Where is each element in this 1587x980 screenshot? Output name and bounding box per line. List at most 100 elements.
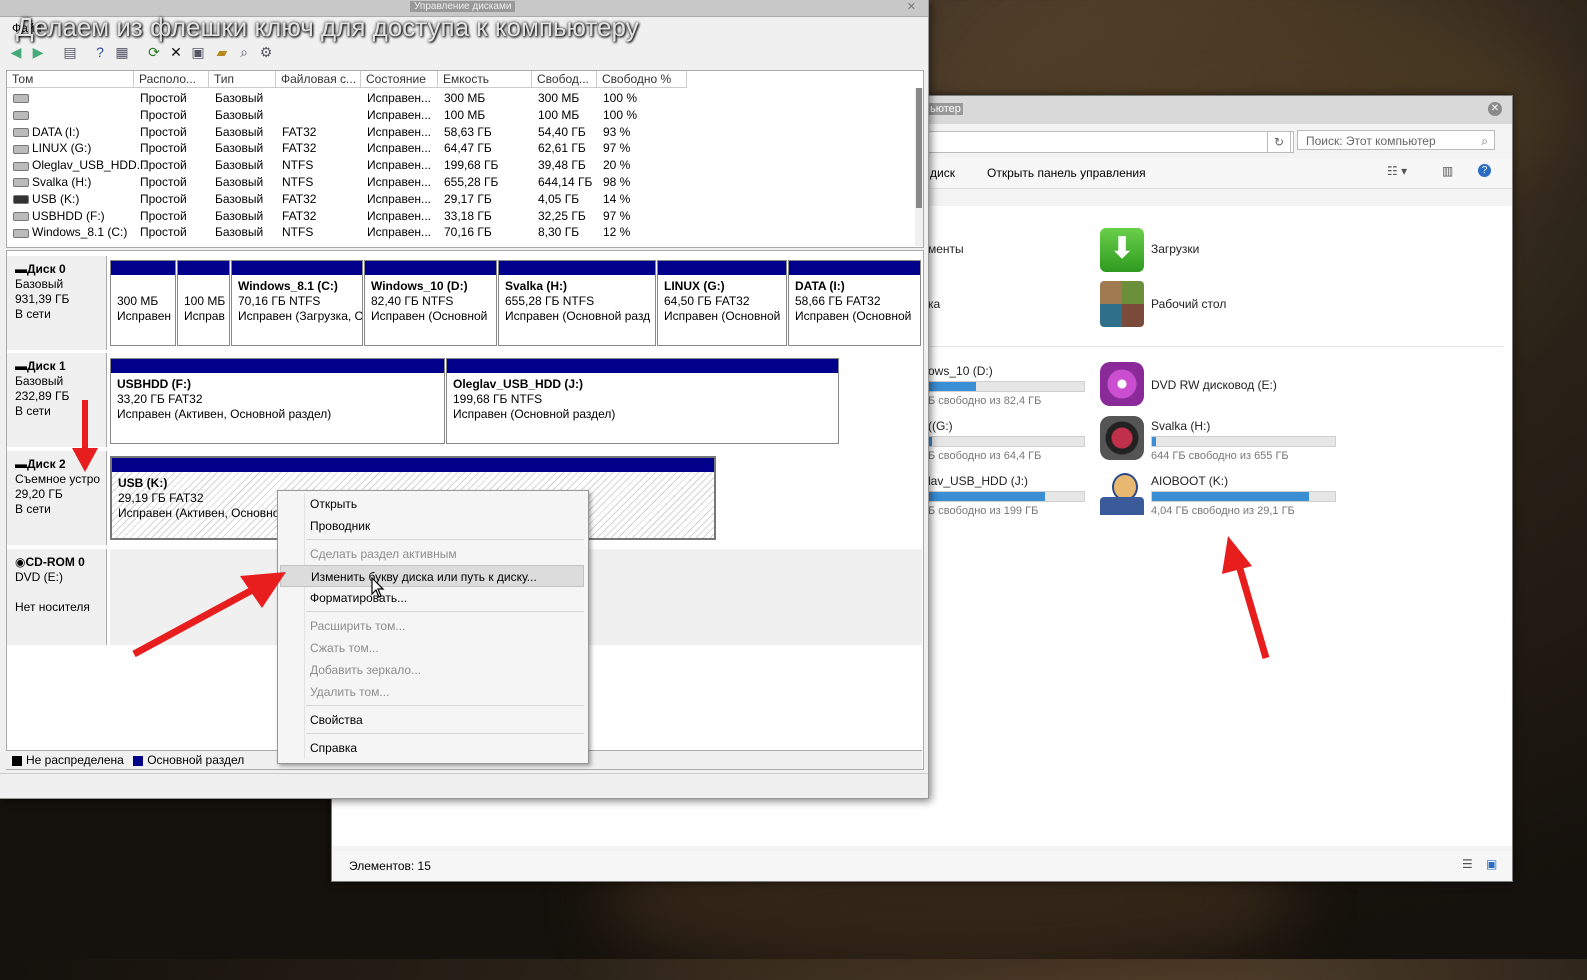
cmd-open-control-panel[interactable]: Открыть панель управления (987, 166, 1146, 180)
p-name: USBHDD (F:) (117, 377, 191, 391)
disk-0-type: Базовый (15, 277, 64, 291)
menu-properties[interactable]: Свойства (280, 709, 584, 731)
partition-f[interactable]: USBHDD (F:) 33,20 ГБ FAT32 Исправен (Актив… (110, 358, 445, 444)
drive-k-label[interactable]: AIOBOOT (K:) (1151, 474, 1228, 488)
drive-j-fill (929, 492, 1046, 501)
tiles-view-icon[interactable]: ▣ (1486, 857, 1497, 871)
folder-partial[interactable]: ка (928, 297, 940, 311)
cell-free_pct: 97 % (603, 208, 631, 223)
cell-status: Исправен... (367, 158, 432, 173)
cell-name: Oleglav_USB_HDD... (13, 157, 147, 174)
dm-close-icon[interactable]: ✕ (907, 0, 916, 13)
partition-h[interactable]: Svalka (H:) 655,28 ГБ NTFS Исправен (Основ… (498, 260, 656, 346)
folder-documents[interactable]: менты (928, 242, 964, 256)
partition-g[interactable]: LINUX (G:) 64,50 ГБ FAT32 Исправен (Основн… (657, 260, 787, 346)
cmd-disk[interactable]: диск (930, 166, 955, 180)
p-size: 70,16 ГБ NTFS (238, 294, 321, 308)
address-bar[interactable]: ⌄ (922, 131, 1294, 153)
scroll-thumb[interactable] (916, 88, 922, 208)
col-free-pct[interactable]: Свободно % (597, 71, 687, 88)
properties-icon[interactable]: ▣ (190, 44, 206, 60)
settings-icon[interactable]: ⚙ (258, 44, 274, 60)
hdd-icon[interactable] (1100, 416, 1144, 460)
cell-type: Базовый (215, 141, 264, 156)
cdrom-0-label[interactable]: ◉CD-ROM 0 DVD (E:) Нет носителя (7, 549, 107, 645)
folder-desktop[interactable]: Рабочий стол (1151, 297, 1226, 311)
help-book-icon[interactable]: ? (92, 44, 108, 60)
menu-open[interactable]: Открыть (280, 493, 584, 515)
back-icon[interactable]: ◀ (8, 44, 24, 60)
drive-k-fill (1152, 492, 1310, 501)
cell-free_pct: 97 % (603, 141, 631, 156)
menu-make-active[interactable]: Сделать раздел активным (280, 543, 584, 565)
col-volume[interactable]: Том (7, 71, 134, 88)
cell-name: USB (K:) (13, 191, 79, 208)
partition-j[interactable]: Oleglav_USB_HDD (J:) 199,68 ГБ NTFS Исправ… (446, 358, 839, 444)
folder-downloads[interactable]: Загрузки (1151, 242, 1199, 256)
col-layout[interactable]: Располо... (134, 71, 209, 88)
drive-e-label[interactable]: DVD RW дисковод (E:) (1151, 378, 1277, 392)
menu-change-drive-letter[interactable]: Изменить букву диска или путь к диску... (280, 565, 584, 587)
table-row[interactable]: USB (K:) Простой Базовый FAT32 Исправен... 29… (7, 191, 912, 208)
partition-i[interactable]: DATA (I:) 58,66 ГБ FAT32 Исправен (Основно… (788, 260, 921, 346)
menu-explorer[interactable]: Проводник (280, 515, 584, 537)
table-row[interactable]: LINUX (G:) Простой Базовый FAT32 Исправен...… (7, 140, 912, 157)
refresh-icon[interactable]: ↻ (1267, 131, 1291, 153)
table-row[interactable]: Svalka (H:) Простой Базовый NTFS Исправен...… (7, 174, 912, 191)
drive-d-label[interactable]: ows_10 (D:) (928, 364, 993, 378)
dvd-icon[interactable] (1100, 362, 1144, 406)
search-disk-icon[interactable]: ⌕ (236, 44, 252, 60)
desktop-icon[interactable] (1100, 281, 1144, 327)
menu-shrink[interactable]: Сжать том... (280, 637, 584, 659)
open-icon[interactable]: ▰ (214, 44, 230, 60)
col-capacity[interactable]: Емкость (438, 71, 532, 88)
menu-help[interactable]: Справка (280, 737, 584, 759)
table-row[interactable]: Простой Базовый Исправен... 300 МБ 300 МБ 100… (7, 90, 912, 107)
cdrom-icon: ◉ (15, 555, 26, 569)
menu-extend[interactable]: Расширить том... (280, 615, 584, 637)
legend-unallocated: Не распределена (26, 753, 124, 767)
rescan-icon[interactable]: ⟳ (146, 44, 162, 60)
preview-pane-icon[interactable]: ▥ (1442, 164, 1453, 178)
view-options-icon[interactable]: ☷ ▾ (1387, 164, 1407, 178)
cell-status: Исправен... (367, 107, 432, 122)
explorer-close-button[interactable]: ✕ (1488, 102, 1502, 116)
details-view-icon[interactable]: ☰ (1462, 857, 1473, 871)
table-row[interactable]: Простой Базовый Исправен... 100 МБ 100 МБ 100… (7, 107, 912, 124)
volume-scrollbar[interactable] (915, 88, 923, 246)
help-icon[interactable]: ? (1478, 164, 1491, 177)
cell-status: Исправен... (367, 91, 432, 105)
table-row[interactable]: Windows_8.1 (C:) Простой Базовый NTFS Исправ… (7, 224, 912, 241)
partition-disk0-2[interactable]: 100 МБ Исправ (177, 260, 230, 346)
table-row[interactable]: Oleglav_USB_HDD... Простой Базовый NTFS Испр… (7, 157, 912, 174)
p-name: USB (K:) (118, 476, 168, 490)
cell-free: 644,14 ГБ (538, 175, 593, 189)
partition-d[interactable]: Windows_10 (D:) 82,40 ГБ NTFS Исправен (Ос… (364, 260, 497, 346)
disk-1-size: 232,89 ГБ (15, 389, 70, 403)
partition-disk0-1[interactable]: 300 МБ Исправен (110, 260, 176, 346)
download-icon[interactable]: ⬇ (1100, 228, 1144, 272)
col-filesystem[interactable]: Файловая с... (276, 71, 361, 88)
p-status: Исправен (Активен, Основной раздел) (117, 407, 332, 421)
list-view-icon[interactable]: ▦ (114, 44, 130, 60)
disk-0-label[interactable]: ▬Диск 0 Базовый 931,39 ГБ В сети (7, 256, 107, 350)
usb-avatar-icon[interactable] (1100, 471, 1144, 517)
menu-format[interactable]: Форматировать... (280, 587, 584, 609)
search-input[interactable]: Поиск: Этот компьютер ⌕ (1297, 130, 1495, 150)
col-status[interactable]: Состояние (361, 71, 438, 88)
table-row[interactable]: USBHDD (F:) Простой Базовый FAT32 Исправен..… (7, 208, 912, 225)
delete-icon[interactable]: ✕ (168, 44, 184, 60)
cell-capacity: 33,18 ГБ (444, 208, 492, 223)
drive-h-label[interactable]: Svalka (H:) (1151, 419, 1210, 433)
drive-g-label[interactable]: ((G:) (928, 419, 953, 433)
col-free[interactable]: Свобод... (532, 71, 597, 88)
menu-delete[interactable]: Удалить том... (280, 681, 584, 703)
search-icon[interactable]: ⌕ (1481, 131, 1488, 151)
menu-add-mirror[interactable]: Добавить зеркало... (280, 659, 584, 681)
drive-j-label[interactable]: lav_USB_HDD (J:) (928, 474, 1028, 488)
col-type[interactable]: Тип (209, 71, 276, 88)
partition-c[interactable]: Windows_8.1 (C:) 70,16 ГБ NTFS Исправен (З… (231, 260, 363, 346)
table-row[interactable]: DATA (I:) Простой Базовый FAT32 Исправен... 5… (7, 124, 912, 141)
console-icon[interactable]: ▤ (62, 44, 78, 60)
forward-icon[interactable]: ▶ (30, 44, 46, 60)
